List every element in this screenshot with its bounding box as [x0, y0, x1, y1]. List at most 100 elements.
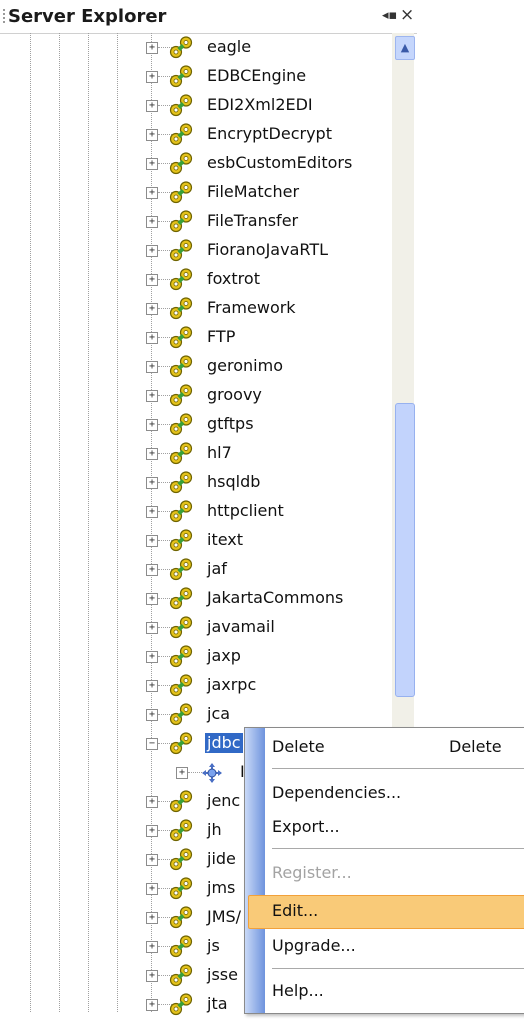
expand-icon[interactable]: +	[146, 651, 158, 663]
drag-grip-icon[interactable]	[3, 9, 5, 25]
expand-icon[interactable]: +	[146, 419, 158, 431]
library-icon	[169, 790, 193, 813]
library-icon	[169, 123, 193, 146]
library-icon	[169, 36, 193, 59]
tree-label-selected: jdbc	[205, 733, 243, 753]
tree-connector	[188, 772, 202, 773]
tree-row[interactable]: + FileTransfer	[0, 207, 390, 236]
tree-row[interactable]: + jaxrpc	[0, 671, 390, 700]
tree-row[interactable]: + EDBCEngine	[0, 62, 390, 91]
tree-row[interactable]: + JakartaCommons	[0, 584, 390, 613]
close-icon[interactable]: ×	[400, 5, 414, 25]
expand-icon[interactable]: +	[146, 245, 158, 257]
menu-item-help[interactable]: Help...	[272, 976, 524, 1006]
tree-label: jaf	[207, 559, 227, 578]
library-icon	[169, 529, 193, 552]
tree-row[interactable]: + groovy	[0, 381, 390, 410]
tree-row[interactable]: + EncryptDecrypt	[0, 120, 390, 149]
tree-row[interactable]: + geronimo	[0, 352, 390, 381]
expand-icon[interactable]: +	[146, 796, 158, 808]
tree-row[interactable]: + foxtrot	[0, 265, 390, 294]
tree-row[interactable]: + javamail	[0, 613, 390, 642]
expand-icon[interactable]: +	[176, 767, 188, 779]
component-icon	[202, 763, 222, 783]
tree-row[interactable]: + FioranoJavaRTL	[0, 236, 390, 265]
expand-icon[interactable]: +	[146, 332, 158, 344]
expand-icon[interactable]: +	[146, 941, 158, 953]
expand-icon[interactable]: +	[146, 448, 158, 460]
expand-icon[interactable]: +	[146, 999, 158, 1011]
expand-icon[interactable]: +	[146, 100, 158, 112]
tree-row[interactable]: + hsqldb	[0, 468, 390, 497]
tree-row[interactable]: + Framework	[0, 294, 390, 323]
pin-icon[interactable]: ◂▪	[382, 8, 397, 23]
library-icon	[169, 268, 193, 291]
tree-row[interactable]: + eagle	[0, 33, 390, 62]
menu-item-label: Delete	[272, 737, 325, 756]
expand-icon[interactable]: +	[146, 825, 158, 837]
expand-icon[interactable]: +	[146, 680, 158, 692]
tree-label: eagle	[207, 37, 252, 56]
expand-icon[interactable]: +	[146, 274, 158, 286]
scroll-up-button[interactable]: ▲	[395, 36, 415, 60]
tree-row[interactable]: + httpclient	[0, 497, 390, 526]
tree-row[interactable]: + jaxp	[0, 642, 390, 671]
library-icon	[169, 384, 193, 407]
tree-label: EDI2Xml2EDI	[207, 95, 313, 114]
expand-icon[interactable]: +	[146, 216, 158, 228]
tree-label: EncryptDecrypt	[207, 124, 332, 143]
expand-icon[interactable]: +	[146, 390, 158, 402]
scroll-thumb[interactable]	[395, 403, 415, 697]
tree-child-row[interactable]: + I	[0, 758, 260, 787]
expand-icon[interactable]: +	[146, 129, 158, 141]
tree-label: jide	[207, 849, 236, 868]
menu-item-edit[interactable]: Edit...	[272, 896, 524, 926]
expand-icon[interactable]: +	[146, 535, 158, 547]
tree-row[interactable]: + jca	[0, 700, 390, 729]
expand-icon[interactable]: +	[146, 593, 158, 605]
expand-icon[interactable]: +	[146, 361, 158, 373]
expand-icon[interactable]: +	[146, 187, 158, 199]
collapse-icon[interactable]: −	[146, 738, 158, 750]
expand-icon[interactable]: +	[146, 622, 158, 634]
tree-row[interactable]: + hl7	[0, 439, 390, 468]
tree-row[interactable]: + jaf	[0, 555, 390, 584]
menu-separator	[272, 768, 524, 769]
expand-icon[interactable]: +	[146, 709, 158, 721]
expand-icon[interactable]: +	[146, 970, 158, 982]
expand-icon[interactable]: +	[146, 303, 158, 315]
menu-item-delete[interactable]: Delete Delete	[272, 732, 524, 762]
expand-icon[interactable]: +	[146, 42, 158, 54]
expand-icon[interactable]: +	[146, 158, 158, 170]
library-icon	[169, 732, 193, 755]
menu-item-label: Upgrade...	[272, 936, 356, 955]
expand-icon[interactable]: +	[146, 506, 158, 518]
expand-icon[interactable]: +	[146, 71, 158, 83]
tree-label: EDBCEngine	[207, 66, 307, 85]
tree-row[interactable]: + FileMatcher	[0, 178, 390, 207]
expand-icon[interactable]: +	[146, 854, 158, 866]
tree-row[interactable]: + esbCustomEditors	[0, 149, 390, 178]
tree-row[interactable]: + FTP	[0, 323, 390, 352]
menu-item-dependencies[interactable]: Dependencies...	[272, 778, 524, 808]
expand-icon[interactable]: +	[146, 883, 158, 895]
expand-icon[interactable]: +	[146, 564, 158, 576]
menu-item-register: Register...	[272, 858, 524, 888]
tree-row[interactable]: + itext	[0, 526, 390, 555]
expand-icon[interactable]: +	[146, 477, 158, 489]
tree-label: Framework	[207, 298, 296, 317]
expand-icon[interactable]: +	[146, 912, 158, 924]
tree-row[interactable]: + EDI2Xml2EDI	[0, 91, 390, 120]
menu-item-export[interactable]: Export...	[272, 812, 524, 842]
library-icon	[169, 674, 193, 697]
library-icon	[169, 326, 193, 349]
menu-item-upgrade[interactable]: Upgrade...	[272, 931, 524, 961]
menu-item-label: Edit...	[272, 901, 319, 920]
library-icon	[169, 819, 193, 842]
tree-label: javamail	[207, 617, 275, 636]
library-icon	[169, 239, 193, 262]
tree-label: jaxrpc	[207, 675, 257, 694]
library-icon	[169, 152, 193, 175]
library-icon	[169, 94, 193, 117]
tree-row[interactable]: + gtftps	[0, 410, 390, 439]
